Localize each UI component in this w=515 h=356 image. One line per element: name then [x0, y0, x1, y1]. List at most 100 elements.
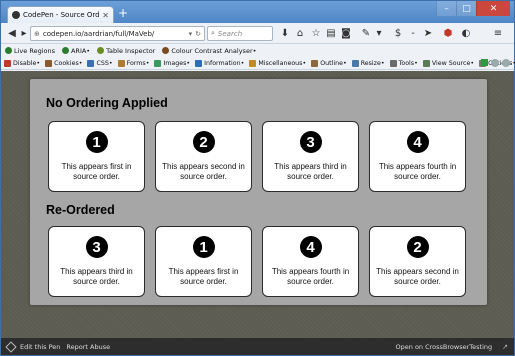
- bookmark-item[interactable]: Table Inspector: [97, 47, 155, 55]
- bookmark-icon: [5, 47, 12, 54]
- bookmark-icon: [97, 47, 105, 54]
- report-abuse-link[interactable]: Report Abuse: [66, 343, 110, 351]
- home-icon[interactable]: ⌂: [293, 26, 307, 40]
- devtools-menu-item[interactable]: Resize•: [351, 59, 385, 67]
- devtools-item-label: Tools•: [398, 59, 418, 67]
- bookmark-item[interactable]: ARIA•: [61, 46, 91, 55]
- bookmarks-bar: Live Regions ARIA• Table Inspector Colour C…: [1, 44, 514, 57]
- order-card: 3 This appears third in source order.: [48, 226, 145, 297]
- card-description: This appears fourth in source order.: [378, 162, 457, 181]
- section-title-reordered: Re-Ordered: [46, 203, 115, 217]
- devtools-menu-item[interactable]: CSS•: [87, 59, 113, 67]
- menu-icon[interactable]: ≡: [491, 26, 505, 40]
- page-viewport: No Ordering Applied 1 This appears first …: [1, 71, 514, 338]
- bookmark-star-icon[interactable]: ☆: [309, 26, 323, 40]
- devtools-item-icon: [45, 59, 53, 67]
- bookmark-label: Table Inspector: [106, 46, 156, 55]
- devtools-item-icon: [117, 59, 125, 67]
- close-window-icon[interactable]: ✕: [476, 1, 510, 16]
- chat-icon[interactable]: ◐: [459, 26, 473, 40]
- devtools-item-label: Outline•: [320, 59, 347, 67]
- devtools-menu-item[interactable]: Outline•: [311, 59, 347, 67]
- order-number-badge: 3: [299, 131, 322, 153]
- close-tab-icon[interactable]: ✕: [102, 11, 109, 20]
- bookmark-item[interactable]: Colour Contrast Analyser•: [162, 47, 256, 55]
- devtools-menu-item[interactable]: Information•: [195, 59, 244, 67]
- forward-icon[interactable]: ▸: [17, 26, 31, 40]
- minimize-icon[interactable]: –: [436, 1, 456, 16]
- search-bar[interactable]: ⌕ Search: [207, 26, 273, 41]
- search-icon: ⌕: [211, 29, 215, 37]
- search-placeholder: Search: [217, 29, 243, 38]
- clipboard-icon[interactable]: ▤: [324, 26, 338, 40]
- devtools-item-label: Disable•: [13, 59, 41, 67]
- bookmark-label: ARIA•: [70, 46, 91, 55]
- order-card: 2 This appears second in source order.: [369, 226, 466, 297]
- download-icon[interactable]: ⬇: [278, 26, 292, 40]
- devtools-menu-item[interactable]: Tools•: [389, 59, 418, 67]
- devtools-item-label: Forms•: [126, 59, 150, 67]
- card-description: This appears first in source order.: [168, 267, 239, 286]
- maximize-icon[interactable]: □: [456, 1, 476, 16]
- new-tab-button[interactable]: +: [118, 7, 128, 19]
- eyedropper-icon[interactable]: ✎: [359, 26, 373, 40]
- reload-icon[interactable]: ↻: [195, 30, 201, 38]
- globe-icon: ⊕: [34, 29, 40, 38]
- external-link-icon: ↗: [502, 342, 508, 351]
- devtools-item-label: CSS•: [96, 59, 113, 67]
- devtools-items: Disable• Cookies• CSS• Forms• Images• Informa…: [4, 59, 515, 67]
- window-controls: – □ ✕: [436, 1, 510, 16]
- edit-pen-link[interactable]: Edit this Pen: [20, 343, 60, 351]
- order-card: 4 This appears fourth in source order.: [369, 121, 466, 192]
- card-description: This appears second in source order.: [376, 267, 459, 286]
- order-number-badge: 2: [192, 131, 215, 153]
- codepen-footer: Edit this Pen Report Abuse Open on Cross…: [1, 338, 514, 355]
- order-card: 1 This appears first in source order.: [48, 121, 145, 192]
- bookmark-item[interactable]: Live Regions: [5, 47, 55, 55]
- status-icon-2[interactable]: [502, 59, 510, 67]
- card-description: This appears third in source order.: [60, 267, 133, 286]
- devtools-menu-item[interactable]: Disable•: [4, 59, 41, 67]
- send-icon[interactable]: ➤: [421, 26, 435, 40]
- order-number-badge: 2: [406, 236, 429, 258]
- order-number-badge: 4: [406, 131, 429, 153]
- status-icon-1[interactable]: [491, 59, 499, 67]
- devtools-item-label: Miscellaneous•: [258, 59, 307, 67]
- devtools-menu-item[interactable]: Forms•: [117, 59, 150, 67]
- web-developer-toolbar: Disable• Cookies• CSS• Forms• Images• Informa…: [1, 57, 515, 70]
- pocket-icon[interactable]: ◙: [339, 26, 353, 40]
- dollar-icon[interactable]: $: [391, 26, 405, 40]
- order-card: 4 This appears fourth in source order.: [262, 226, 359, 297]
- devtools-menu-item[interactable]: View Source•: [422, 59, 475, 67]
- url-bar[interactable]: ⊕ codepen.io/aardrian/full/MaVeb/ ▾ ↻: [30, 26, 205, 41]
- codepen-favicon-icon: [12, 11, 20, 19]
- font-size-icon[interactable]: -: [406, 26, 420, 40]
- devtools-menu-item[interactable]: Images•: [154, 59, 191, 67]
- order-number-badge: 3: [85, 236, 108, 258]
- card-description: This appears fourth in source order.: [271, 267, 350, 286]
- codepen-logo-icon: [5, 340, 17, 353]
- devtools-menu-item[interactable]: Miscellaneous•: [249, 59, 307, 67]
- bookmark-label: Colour Contrast Analyser•: [171, 46, 257, 55]
- bookmark-label: Live Regions: [14, 46, 55, 55]
- devtools-item-label: View Source•: [431, 59, 475, 67]
- check-icon[interactable]: [481, 59, 488, 66]
- card-description: This appears third in source order.: [274, 162, 347, 181]
- title-bar: CodePen - Source Order ✕ + – □ ✕: [1, 1, 514, 23]
- open-crossbrowsertesting-link[interactable]: Open on CrossBrowserTesting: [396, 343, 493, 351]
- devtools-item-icon: [249, 59, 257, 67]
- section-title-no-ordering: No Ordering Applied: [46, 96, 168, 110]
- devtools-item-icon: [311, 59, 319, 67]
- dropdown-icon[interactable]: ▾: [189, 30, 193, 38]
- adblock-icon[interactable]: ⬢: [441, 26, 455, 40]
- card-description: This appears second in source order.: [162, 162, 245, 181]
- navigation-bar: ◀ ▸ ⊕ codepen.io/aardrian/full/MaVeb/ ▾ …: [1, 23, 514, 44]
- tab-codepen[interactable]: CodePen - Source Order ✕: [7, 6, 114, 23]
- eyedropper-menu-icon[interactable]: ▾: [372, 26, 386, 40]
- browser-window: CodePen - Source Order ✕ + – □ ✕ ◀ ▸ ⊕ c…: [0, 0, 515, 356]
- devtools-menu-item[interactable]: Cookies•: [45, 59, 83, 67]
- order-card: 1 This appears first in source order.: [155, 226, 252, 297]
- devtools-item-label: Cookies•: [54, 59, 83, 67]
- devtools-item-icon: [154, 59, 162, 67]
- devtools-item-label: Images•: [163, 59, 191, 67]
